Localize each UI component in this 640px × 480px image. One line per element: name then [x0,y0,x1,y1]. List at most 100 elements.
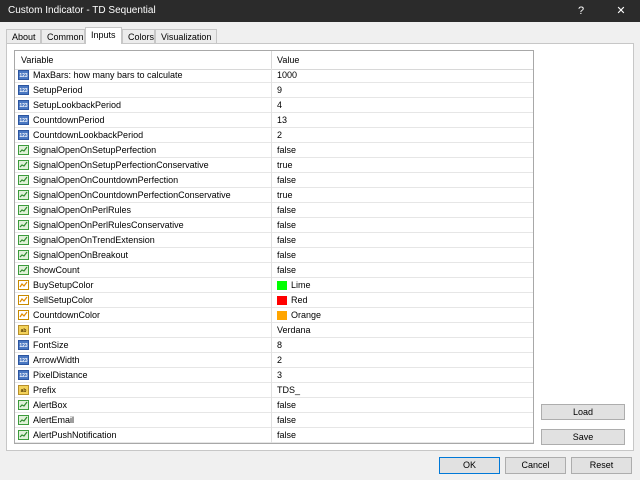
parameter-row[interactable]: 123 PixelDistance 3 [15,368,533,383]
parameter-value[interactable]: true [277,190,293,200]
parameter-row[interactable]: 123 SetupPeriod 9 [15,83,533,98]
parameter-row[interactable]: AlertPushNotification false [15,428,533,443]
parameter-name: Prefix [33,385,57,395]
parameter-name: SignalOpenOnTrendExtension [33,235,155,245]
parameter-value[interactable]: 2 [277,130,282,140]
cell-divider [271,293,272,308]
parameter-row[interactable]: SignalOpenOnTrendExtension false [15,233,533,248]
parameter-row[interactable]: 123 ArrowWidth 2 [15,353,533,368]
color-swatch [277,296,287,305]
parameter-row[interactable]: AlertEmail false [15,413,533,428]
parameter-row[interactable]: SignalOpenOnBreakout false [15,248,533,263]
parameter-value[interactable]: false [277,205,296,215]
parameter-name: CountdownLookbackPeriod [33,130,144,140]
cell-divider [271,233,272,248]
parameter-row[interactable]: SignalOpenOnSetupPerfection false [15,143,533,158]
parameter-value[interactable]: TDS_ [277,385,300,395]
parameter-row[interactable]: 123 CountdownPeriod 13 [15,113,533,128]
cell-divider [271,248,272,263]
parameter-value[interactable]: Orange [291,310,321,320]
parameter-value[interactable]: false [277,250,296,260]
int-icon: 123 [18,115,29,125]
value-column-header[interactable]: Value [277,55,299,65]
parameter-value[interactable]: 3 [277,370,282,380]
parameter-value[interactable]: 8 [277,340,282,350]
close-button[interactable]: ✕ [606,0,636,22]
parameter-value[interactable]: Verdana [277,325,311,335]
parameter-name: SignalOpenOnPerlRules [33,205,132,215]
parameter-row[interactable]: ShowCount false [15,263,533,278]
cell-divider [271,278,272,293]
parameter-value[interactable]: false [277,220,296,230]
parameter-row[interactable]: SellSetupColor Red [15,293,533,308]
parameter-value[interactable]: false [277,235,296,245]
parameter-row[interactable]: SignalOpenOnCountdownPerfectionConservat… [15,188,533,203]
cell-divider [271,83,272,98]
tab-colors[interactable]: Colors [122,29,155,43]
bool-icon [18,235,29,245]
cell-divider [271,113,272,128]
parameter-value[interactable]: false [277,145,296,155]
title-bar: Custom Indicator - TD Sequential ? ✕ [0,0,640,22]
parameter-value[interactable]: false [277,430,296,440]
tab-about[interactable]: About [6,29,41,43]
parameter-row[interactable]: SignalOpenOnSetupPerfectionConservative t… [15,158,533,173]
parameter-row[interactable]: 123 FontSize 8 [15,338,533,353]
help-button[interactable]: ? [566,0,596,22]
cell-divider [271,158,272,173]
parameter-value[interactable]: false [277,400,296,410]
bool-icon [18,160,29,170]
parameter-row[interactable]: 123 SetupLookbackPeriod 4 [15,98,533,113]
parameter-name: PixelDistance [33,370,88,380]
bool-icon [18,415,29,425]
parameter-value[interactable]: 1000 [277,70,297,80]
parameter-row[interactable]: ab Font Verdana [15,323,533,338]
cancel-button[interactable]: Cancel [505,457,566,474]
parameter-value[interactable]: 13 [277,115,287,125]
ok-button[interactable]: OK [439,457,500,474]
parameter-row[interactable]: SignalOpenOnPerlRulesConservative false [15,218,533,233]
parameter-name: ShowCount [33,265,80,275]
int-icon: 123 [18,130,29,140]
parameter-row[interactable]: CountdownColor Orange [15,308,533,323]
parameter-value[interactable]: Red [291,295,308,305]
parameter-name: SetupLookbackPeriod [33,100,122,110]
parameter-name: SellSetupColor [33,295,94,305]
cell-divider [271,68,272,83]
parameter-row[interactable]: SignalOpenOnPerlRules false [15,203,533,218]
parameter-value[interactable]: 9 [277,85,282,95]
parameter-row[interactable]: SignalOpenOnCountdownPerfection false [15,173,533,188]
parameter-value[interactable]: false [277,415,296,425]
color-icon [18,280,29,290]
parameter-value[interactable]: true [277,160,293,170]
cell-divider [271,188,272,203]
parameter-value[interactable]: Lime [291,280,311,290]
bool-icon [18,250,29,260]
tab-visualization[interactable]: Visualization [155,29,217,43]
int-icon: 123 [18,340,29,350]
parameter-row[interactable]: BuySetupColor Lime [15,278,533,293]
reset-button[interactable]: Reset [571,457,632,474]
variable-column-header[interactable]: Variable [21,55,53,65]
parameter-row[interactable]: ab Prefix TDS_ [15,383,533,398]
int-icon: 123 [18,370,29,380]
cell-divider [271,338,272,353]
tab-inputs[interactable]: Inputs [85,27,122,44]
parameter-value[interactable]: 4 [277,100,282,110]
save-button[interactable]: Save [541,429,625,445]
parameter-row[interactable]: AlertBox false [15,398,533,413]
tab-common[interactable]: Common [41,29,85,43]
load-button[interactable]: Load [541,404,625,420]
parameter-value[interactable]: 2 [277,355,282,365]
parameter-name: AlertEmail [33,415,75,425]
cell-divider [271,428,272,443]
cell-divider [271,173,272,188]
parameter-row[interactable]: 123 CountdownLookbackPeriod 2 [15,128,533,143]
parameter-row[interactable]: 123 MaxBars: how many bars to calculate 10… [15,68,533,83]
cell-divider [271,203,272,218]
parameter-name: AlertBox [33,400,68,410]
parameter-value[interactable]: false [277,175,296,185]
column-divider[interactable] [271,51,272,69]
parameter-value[interactable]: false [277,265,296,275]
window-title: Custom Indicator - TD Sequential [8,5,156,16]
